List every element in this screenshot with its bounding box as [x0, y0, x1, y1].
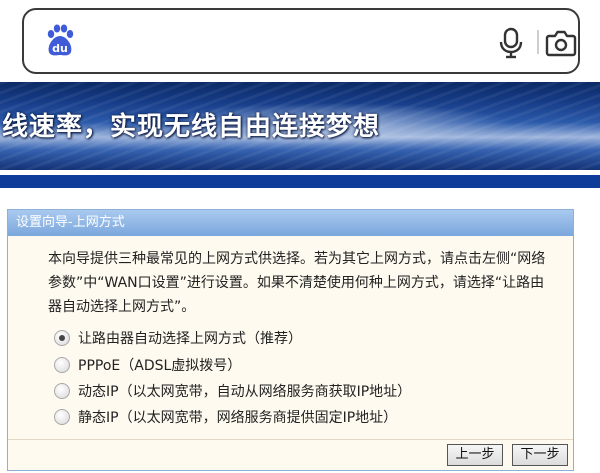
option-label: 动态IP（以太网宽带，自动从网络服务商获取IP地址） — [78, 384, 412, 400]
router-banner: 线速率，实现无线自由连接梦想 — [0, 82, 600, 188]
microphone-icon[interactable] — [498, 27, 524, 59]
search-bar[interactable]: du — [22, 8, 580, 74]
camera-icon[interactable] — [545, 28, 577, 58]
baidu-paw-icon[interactable]: du — [44, 24, 76, 58]
baidu-logo-text: du — [52, 42, 68, 55]
panel-title: 设置向导-上网方式 — [8, 210, 573, 236]
panel-footer-divider — [8, 439, 573, 440]
banner-stripe — [0, 175, 600, 188]
connection-type-options: 让路由器自动选择上网方式（推荐） PPPoE（ADSL虚拟拨号） 动态IP（以太… — [54, 324, 554, 430]
option-pppoe[interactable]: PPPoE（ADSL虚拟拨号） — [54, 352, 554, 378]
option-label: 让路由器自动选择上网方式（推荐） — [78, 331, 302, 347]
banner-slogan: 线速率，实现无线自由连接梦想 — [2, 112, 381, 142]
setup-wizard-panel: 设置向导-上网方式 本向导提供三种最常见的上网方式供选择。若为其它上网方式，请点… — [7, 209, 574, 471]
wizard-description: 本向导提供三种最常见的上网方式供选择。若为其它上网方式，请点击左侧“网络参数”中… — [48, 251, 546, 315]
option-label: PPPoE（ADSL虚拟拨号） — [78, 358, 242, 374]
radio-static-ip[interactable] — [54, 409, 70, 425]
option-auto-detect[interactable]: 让路由器自动选择上网方式（推荐） — [54, 324, 554, 352]
option-dynamic-ip[interactable]: 动态IP（以太网宽带，自动从网络服务商获取IP地址） — [54, 378, 554, 404]
radio-pppoe[interactable] — [54, 357, 70, 373]
radio-dynamic-ip[interactable] — [54, 383, 70, 399]
next-step-button[interactable]: 下一步 — [512, 444, 568, 466]
previous-step-button[interactable]: 上一步 — [447, 444, 503, 466]
option-static-ip[interactable]: 静态IP（以太网宽带，网络服务商提供固定IP地址） — [54, 404, 554, 430]
option-label: 静态IP（以太网宽带，网络服务商提供固定IP地址） — [78, 410, 398, 426]
search-bar-divider — [537, 30, 539, 54]
radio-auto-detect[interactable] — [54, 330, 70, 346]
